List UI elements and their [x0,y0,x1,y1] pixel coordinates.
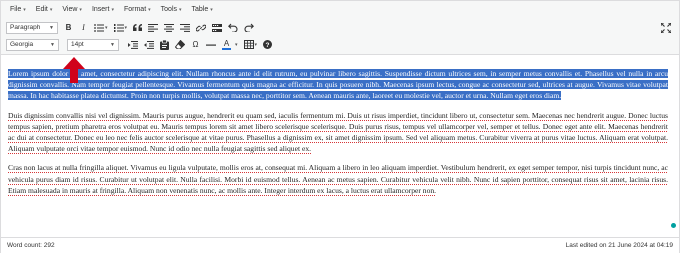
red-arrow-annotation [63,57,85,83]
outdent-button[interactable] [142,38,156,52]
align-center-button[interactable] [162,21,176,35]
chevron-down-icon: ▾ [111,6,114,13]
table-icon [243,40,254,49]
menu-edit-label: Edit [35,6,48,13]
align-right-button[interactable] [178,21,192,35]
font-size-select[interactable]: 14pt ▼ [67,38,119,51]
menu-format[interactable]: Format ▾ [119,1,156,18]
blockquote-button[interactable] [131,21,144,35]
paragraph-2[interactable]: Duis dignissim convallis nisi vel dignis… [8,110,668,155]
menu-insert[interactable]: Insert ▾ [87,1,119,18]
quote-icon [133,24,143,31]
redo-icon [244,23,255,32]
grammar-indicator-dot[interactable] [671,223,676,228]
indent-button[interactable] [126,38,140,52]
chevron-down-icon: ▼ [49,24,54,31]
text-color-button[interactable]: A [220,38,233,52]
menu-bar: File ▾ Edit ▾ View ▾ Insert ▾ Format ▾ Tools ▾… [1,1,679,18]
menu-format-label: Format [123,6,147,13]
chevron-down-icon: ▾ [124,24,128,31]
redo-button[interactable] [242,21,256,35]
bold-icon: B [65,23,72,32]
special-character-button[interactable]: Ω [189,38,202,52]
selected-paragraph-text: Lorem ipsum dolor sit amet, consectetur … [8,69,668,101]
numbered-list-button[interactable]: ▾ [112,21,130,35]
chevron-down-icon: ▾ [49,6,53,13]
bold-button[interactable]: B [62,21,75,35]
help-icon: ? [263,40,273,49]
paste-text-button[interactable] [158,38,171,52]
italic-button[interactable]: I [77,21,90,35]
horizontal-line-icon [206,44,216,46]
fullscreen-icon [660,22,672,34]
svg-text:?: ? [266,42,270,49]
chevron-down-icon: ▾ [179,6,182,13]
link-icon [196,24,207,31]
font-family-value: Georgia [10,41,34,48]
menu-table[interactable]: Table ▾ [187,1,218,18]
text-color-swatch [222,47,231,50]
chevron-down-icon: ▾ [148,6,151,13]
last-edited: Last edited on 21 June 2024 at 04:19 [565,242,673,249]
undo-icon [228,23,238,32]
toggle-toolbar-button[interactable] [210,21,224,35]
indent-icon [128,40,138,49]
menu-edit[interactable]: Edit ▾ [31,1,58,18]
align-left-icon [148,23,159,32]
chevron-down-icon: ▾ [210,6,213,13]
help-button[interactable]: ? [261,38,274,52]
horizontal-rule-button[interactable] [204,38,218,52]
block-format-value: Paragraph [10,24,41,31]
menu-view[interactable]: View ▾ [57,1,87,18]
chevron-down-icon: ▾ [79,6,82,13]
menu-table-label: Table [191,6,209,13]
outdent-icon [144,40,154,49]
chevron-down-icon: ▼ [110,41,115,48]
menu-file-label: File [10,6,22,13]
editor-body[interactable]: Lorem ipsum dolor sit amet, consectetur … [8,68,668,196]
chevron-down-icon: ▾ [105,24,108,31]
toolbar-row-2: Georgia ▼ 14pt ▼ Ω A ▾ ▾ ? [1,35,679,55]
align-left-button[interactable] [146,21,160,35]
menu-insert-label: Insert [91,6,110,13]
paragraph-selected[interactable]: Lorem ipsum dolor sit amet, consectetur … [8,68,668,102]
table-button[interactable]: ▾ [242,38,260,52]
bullet-list-button[interactable]: ▾ [92,21,110,35]
chevron-down-icon: ▾ [23,6,26,13]
editor-frame: File ▾ Edit ▾ View ▾ Insert ▾ Format ▾ Tools ▾… [0,0,680,253]
toolbar-toggle-icon [212,23,223,32]
menu-tools-label: Tools [160,6,177,13]
italic-icon: I [82,23,85,32]
chevron-down-icon[interactable]: ▾ [235,42,238,48]
undo-button[interactable] [226,21,240,35]
bullet-list-icon [94,23,104,32]
eraser-icon [175,40,185,49]
menu-tools[interactable]: Tools ▾ [156,1,187,18]
status-bar: Word count: 292 Last edited on 21 June 2… [1,237,679,253]
align-center-icon [164,23,175,32]
word-count: Word count: 292 [7,242,55,249]
menu-file[interactable]: File ▾ [5,1,31,18]
align-right-icon [180,23,191,32]
clear-formatting-button[interactable] [173,38,187,52]
omega-icon: Ω [192,40,199,49]
numbered-list-icon [113,23,124,32]
insert-link-button[interactable] [194,21,208,35]
font-family-select[interactable]: Georgia ▼ [6,38,59,51]
font-size-value: 14pt [71,41,84,48]
chevron-down-icon: ▼ [50,41,55,48]
editor-content-area[interactable]: Lorem ipsum dolor sit amet, consectetur … [1,55,679,237]
block-format-select[interactable]: Paragraph ▼ [6,21,58,34]
text-color-icon: A [223,38,230,48]
chevron-down-icon: ▾ [254,41,258,48]
paragraph-3-text: Cras non lacus at nulla fringilla alique… [8,163,668,195]
clipboard-icon [160,39,169,50]
menu-view-label: View [62,6,78,13]
paragraph-3[interactable]: Cras non lacus at nulla fringilla alique… [8,162,668,196]
paragraph-2-text: Duis dignissim convallis nisi vel dignis… [8,110,668,154]
